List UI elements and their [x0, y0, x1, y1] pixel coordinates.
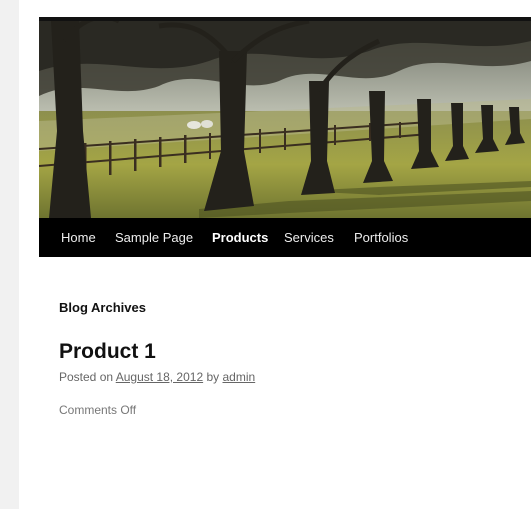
nav-item-home[interactable]: Home — [61, 218, 96, 257]
post-meta: Posted on August 18, 2012 by admin — [59, 370, 255, 384]
page-gutter — [0, 0, 19, 509]
header-image[interactable] — [39, 21, 531, 218]
nav-item-sample-page[interactable]: Sample Page — [115, 218, 193, 257]
nav-item-services[interactable]: Services — [284, 218, 334, 257]
main-nav: Home Sample Page Products Services Portf… — [39, 218, 531, 257]
comments-status: Comments Off — [59, 403, 137, 417]
archive-title: Blog Archives — [59, 300, 146, 315]
nav-item-products[interactable]: Products — [212, 218, 268, 257]
nav-item-portfolios[interactable]: Portfolios — [354, 218, 408, 257]
post-title[interactable]: Product 1 — [59, 340, 156, 364]
by-label: by — [206, 370, 220, 384]
post-date-link[interactable]: August 18, 2012 — [116, 370, 203, 384]
author-link[interactable]: admin — [223, 370, 256, 384]
posted-on-label: Posted on — [59, 370, 114, 384]
